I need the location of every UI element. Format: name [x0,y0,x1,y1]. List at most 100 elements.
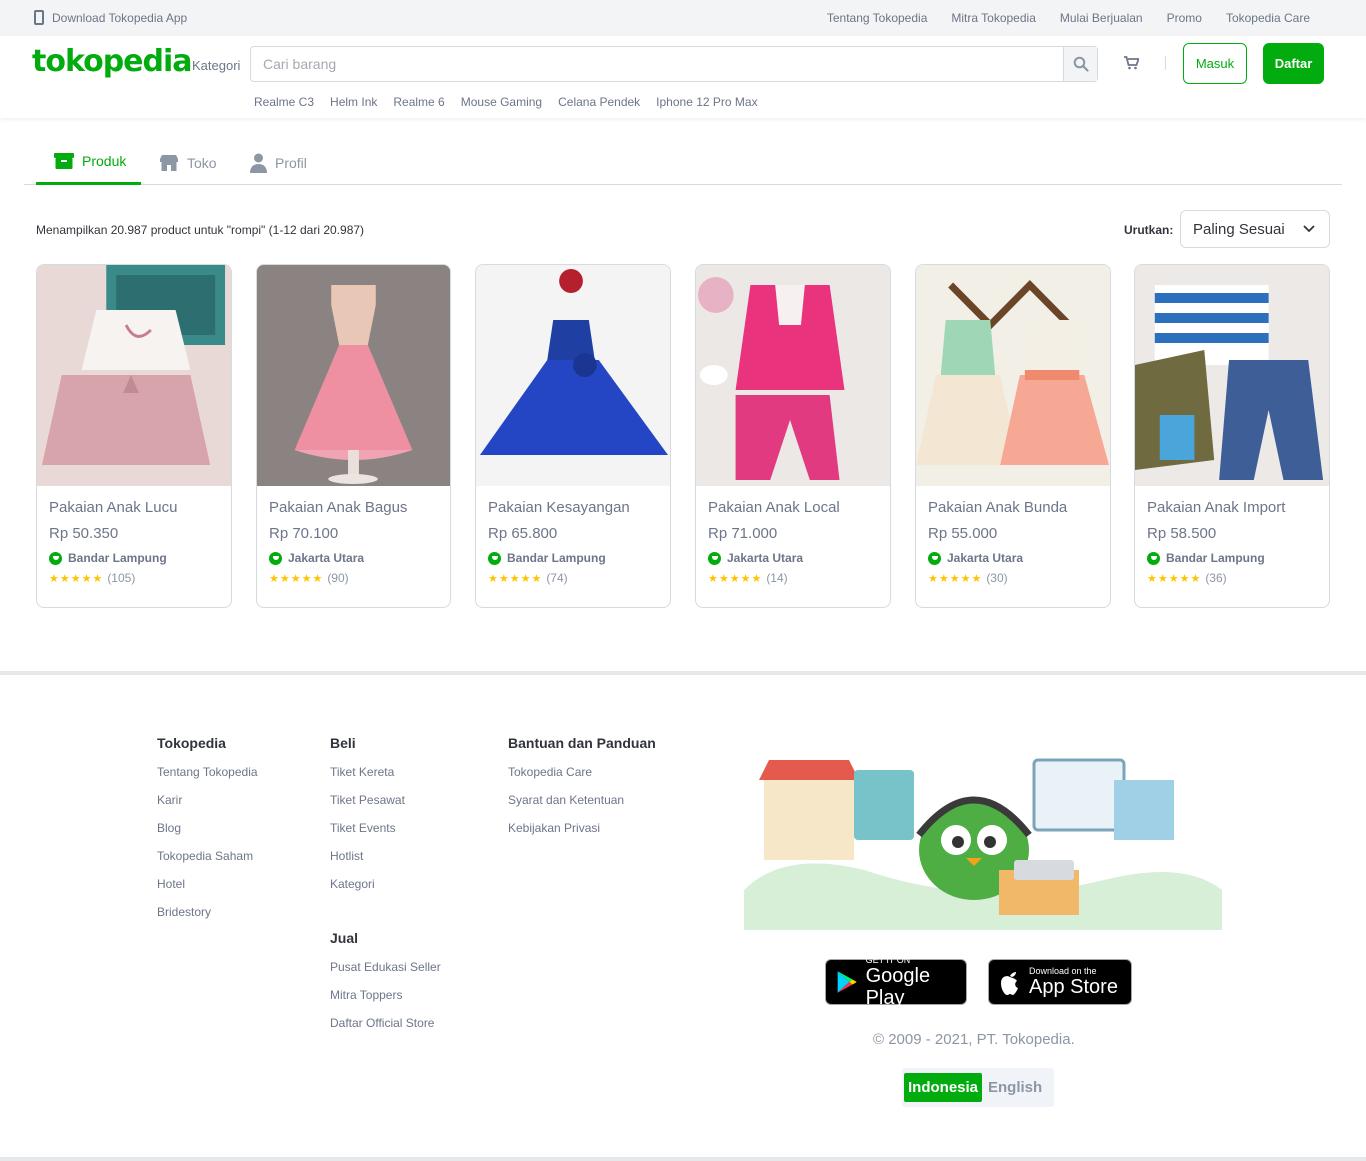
product-name: Pakaian Kesayangan [488,499,630,516]
keyword-link[interactable]: Helm Ink [330,95,377,109]
official-badge-icon [269,551,282,565]
product-image [476,265,670,486]
product-image [696,265,890,486]
kategori-link[interactable]: Kategori [192,58,240,73]
download-app-link[interactable]: Download Tokopedia App [34,10,187,25]
tab-produk[interactable]: Produk [36,140,141,185]
search-button[interactable] [1063,47,1097,81]
login-button[interactable]: Masuk [1183,43,1247,84]
footer-link[interactable]: Kategori [330,877,405,905]
product-price: Rp 70.100 [269,525,339,542]
footer-link[interactable]: Tiket Kereta [330,765,405,793]
register-button[interactable]: Daftar [1263,43,1324,84]
footer-link[interactable]: Hotlist [330,849,405,877]
shop-icon [160,155,178,171]
footer-column-beli: Beli Tiket Kereta Tiket Pesawat Tiket Ev… [330,735,405,905]
search-input[interactable] [251,47,1063,81]
top-link-tentang[interactable]: Tentang Tokopedia [827,11,928,25]
footer-link[interactable]: Tokopedia Saham [157,849,258,877]
tab-profil[interactable]: Profil [250,140,307,185]
keyword-link[interactable]: Realme C3 [254,95,314,109]
footer-separator [0,671,1366,675]
product-price: Rp 71.000 [708,525,778,542]
product-rating: ★★★★★ (105) [49,571,219,585]
result-summary: Menampilkan 20.987 product untuk "rompi"… [36,223,365,237]
product-card[interactable]: Pakaian Anak Import Rp 58.500 Bandar Lam… [1134,264,1330,608]
keyword-link[interactable]: Iphone 12 Pro Max [656,95,757,109]
top-link-care[interactable]: Tokopedia Care [1226,11,1310,25]
lang-indonesia[interactable]: Indonesia [904,1073,983,1102]
product-location: Bandar Lampung [488,551,658,565]
sort-dropdown[interactable]: Paling Sesuai [1180,210,1330,248]
tab-toko[interactable]: Toko [159,140,217,185]
product-rating: ★★★★★ (14) [708,571,878,585]
official-badge-icon [1147,551,1160,565]
product-card[interactable]: Pakaian Kesayangan Rp 65.800 Bandar Lamp… [475,264,671,608]
footer-link[interactable]: Mitra Toppers [330,988,441,1016]
product-location: Jakarta Utara [928,551,1098,565]
top-links: Tentang Tokopedia Mitra Tokopedia Mulai … [827,11,1310,25]
keyword-link[interactable]: Realme 6 [393,95,444,109]
footer-link[interactable]: Kebijakan Privasi [508,821,656,849]
google-play-badge[interactable]: GET IT ON Google Play [825,955,967,1009]
product-name: Pakaian Anak Import [1147,499,1286,516]
location-label: Bandar Lampung [1166,551,1265,565]
footer-link[interactable]: Tokopedia Care [508,765,656,793]
tab-profil-label: Profil [275,154,307,171]
footer-link[interactable]: Daftar Official Store [330,1016,441,1044]
product-grid: Pakaian Anak Lucu Rp 50.350 Bandar Lampu… [36,264,1330,608]
product-rating: ★★★★★ (74) [488,571,658,585]
footer-link[interactable]: Pusat Edukasi Seller [330,960,441,988]
google-play-big-text: Google Play [865,965,931,1009]
footer-link[interactable]: Blog [157,821,258,849]
top-strip: Download Tokopedia App Tentang Tokopedia… [0,0,1366,36]
sort-label: Urutkan: [1124,223,1174,237]
main-header: tokopedia Kategori Masuk Daftar Realme C… [0,36,1366,118]
top-link-promo[interactable]: Promo [1167,11,1202,25]
footer-illustration [734,740,1222,930]
search-tabs: Produk Toko Profil [24,140,1342,185]
search-icon [1073,56,1089,72]
official-badge-icon [928,551,941,565]
product-image [257,265,450,486]
chevron-down-icon [1303,225,1315,233]
star-rating-icon: ★★★★★ [708,572,763,585]
keyword-link[interactable]: Mouse Gaming [461,95,542,109]
footer-link[interactable]: Bridestory [157,905,258,933]
cart-icon [1124,56,1140,70]
product-location: Jakarta Utara [269,551,438,565]
product-price: Rp 50.350 [49,525,119,542]
tab-produk-label: Produk [82,153,127,169]
review-count: (14) [766,571,788,585]
product-name: Pakaian Anak Local [708,499,840,516]
google-play-small-text: GET IT ON [865,955,911,965]
product-card[interactable]: Pakaian Anak Bunda Rp 55.000 Jakarta Uta… [915,264,1111,608]
footer-heading: Tokopedia [157,735,226,751]
app-store-badge[interactable]: Download on the App Store [988,959,1132,1005]
product-rating: ★★★★★ (90) [269,571,438,585]
keyword-link[interactable]: Celana Pendek [558,95,640,109]
review-count: (90) [327,571,349,585]
header-divider [1165,56,1166,70]
product-price: Rp 58.500 [1147,525,1217,542]
footer-heading: Jual [330,930,359,946]
product-box-icon [54,153,74,169]
footer-link[interactable]: Tiket Pesawat [330,793,405,821]
star-rating-icon: ★★★★★ [488,572,543,585]
tokopedia-logo[interactable]: tokopedia [32,44,193,79]
footer-link[interactable]: Hotel [157,877,258,905]
product-card[interactable]: Pakaian Anak Lucu Rp 50.350 Bandar Lampu… [36,264,232,608]
footer-link[interactable]: Tentang Tokopedia [157,765,258,793]
lang-english[interactable]: English [982,1073,1052,1102]
footer-link[interactable]: Karir [157,793,258,821]
footer-link[interactable]: Tiket Events [330,821,405,849]
footer-link[interactable]: Syarat dan Ketentuan [508,793,656,821]
product-rating: ★★★★★ (30) [928,571,1098,585]
top-link-mulai-berjualan[interactable]: Mulai Berjualan [1060,11,1143,25]
location-label: Jakarta Utara [288,551,365,565]
product-card[interactable]: Pakaian Anak Bagus Rp 70.100 Jakarta Uta… [256,264,451,608]
top-link-mitra[interactable]: Mitra Tokopedia [951,11,1036,25]
apple-icon [1001,972,1018,995]
cart-button[interactable] [1124,56,1140,75]
product-card[interactable]: Pakaian Anak Local Rp 71.000 Jakarta Uta… [695,264,891,608]
